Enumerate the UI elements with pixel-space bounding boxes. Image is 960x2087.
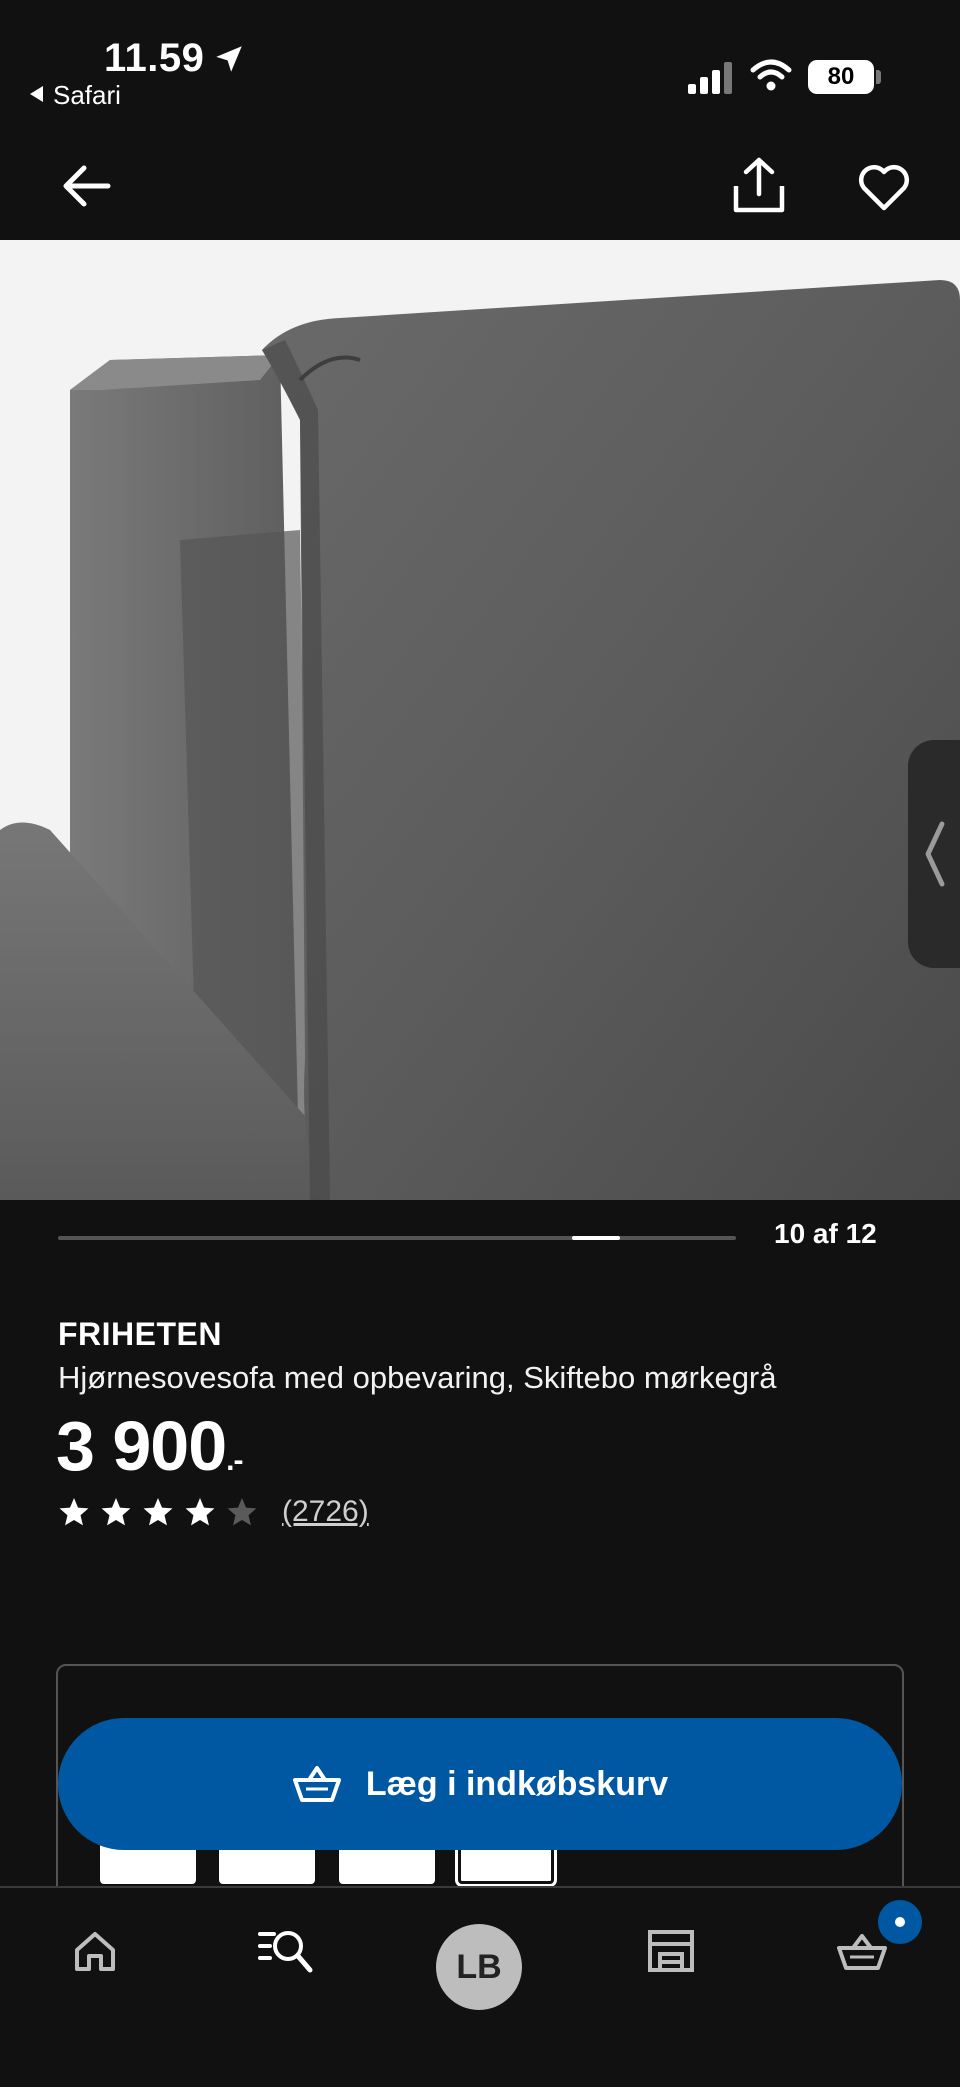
back-app-label: Safari: [53, 80, 121, 110]
location-arrow-icon: [216, 46, 242, 72]
sofa-closeup-illustration: [0, 240, 960, 1200]
gallery-progress-track: [58, 1236, 736, 1240]
star-filled-icon: [101, 1498, 131, 1526]
add-to-cart-button[interactable]: Læg i indkøbskurv: [58, 1718, 902, 1850]
star-filled-icon: [59, 1498, 89, 1526]
nav-header: [0, 120, 960, 240]
star-empty-icon: [227, 1498, 257, 1526]
add-to-cart-label: Læg i indkøbskurv: [365, 1764, 669, 1803]
shopping-basket-icon: [292, 1766, 341, 1802]
rating-row[interactable]: (2726): [58, 1492, 369, 1532]
gallery-counter: 10 af 12: [774, 1218, 877, 1249]
gallery-progress-fill: [572, 1236, 621, 1240]
product-image[interactable]: [0, 240, 960, 1200]
back-arrow-icon[interactable]: [60, 162, 112, 210]
back-to-safari-link[interactable]: Safari: [30, 80, 121, 111]
cart-badge-dot: [895, 1917, 905, 1927]
gallery-handle[interactable]: [908, 740, 960, 968]
share-icon[interactable]: [730, 156, 788, 214]
star-filled-icon: [185, 1498, 215, 1526]
profile-avatar[interactable]: LB: [436, 1924, 522, 2010]
search-icon[interactable]: [258, 1926, 314, 1976]
back-triangle-icon: [30, 86, 43, 102]
wifi-icon: [750, 59, 792, 91]
store-icon[interactable]: [646, 1928, 696, 1974]
product-price: 3 900.-: [56, 1406, 244, 1486]
home-icon[interactable]: [72, 1928, 118, 1974]
favorite-heart-icon[interactable]: [858, 164, 910, 212]
battery-indicator: 80: [808, 60, 874, 94]
status-bar: 11.59 Safari 80: [0, 0, 960, 120]
chevron-left-icon: [925, 821, 945, 887]
cart-badge: [878, 1900, 922, 1944]
product-description: Hjørnesovesofa med opbevaring, Skiftebo …: [58, 1360, 777, 1395]
price-suffix: .-: [226, 1444, 243, 1477]
price-value: 3 900: [56, 1407, 227, 1485]
battery-cap: [876, 70, 881, 84]
cellular-signal-icon: [688, 62, 732, 94]
cart-icon[interactable]: [836, 1930, 888, 1974]
review-count-link[interactable]: (2726): [282, 1495, 369, 1529]
bottom-nav: LB: [0, 1886, 960, 2087]
star-filled-icon: [143, 1498, 173, 1526]
rating-stars: [58, 1496, 268, 1528]
status-time: 11.59: [104, 36, 205, 80]
product-brand: FRIHETEN: [58, 1316, 222, 1352]
